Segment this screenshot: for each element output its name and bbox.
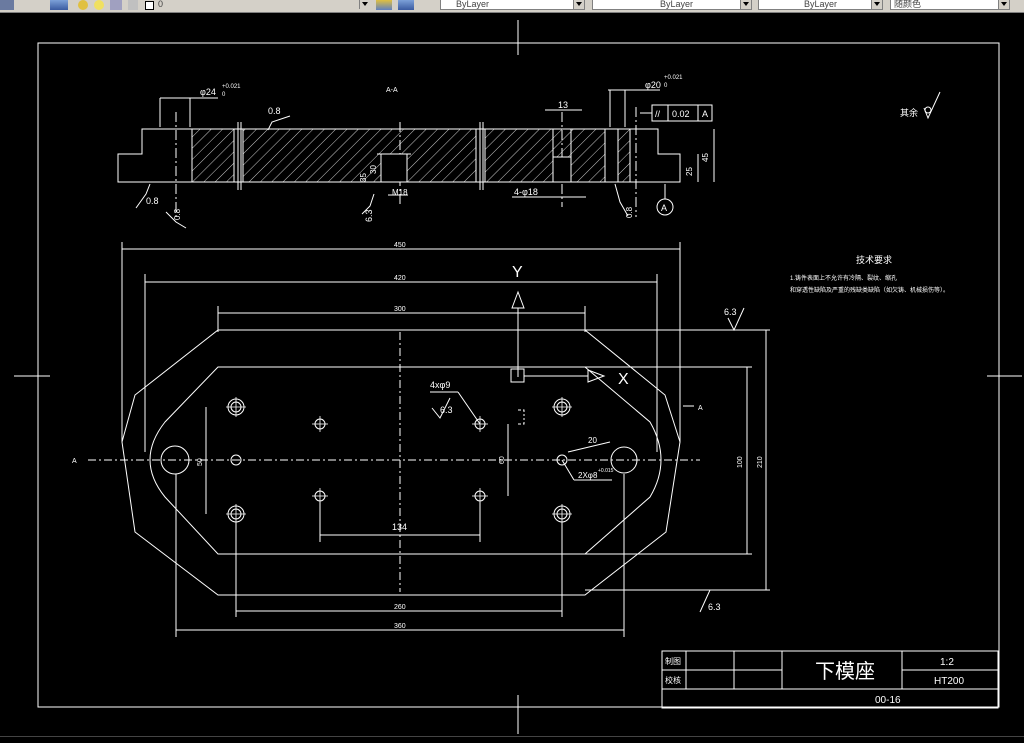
surface-finish-rest-label: 其余: [900, 107, 918, 118]
rough63-sec: 6.3: [364, 209, 374, 222]
linetype-value: ByLayer: [660, 0, 694, 9]
drawing-number: 00-16: [875, 695, 901, 706]
chevron-down-icon[interactable]: [573, 0, 584, 9]
holes-2x8: 2Xφ8: [578, 471, 598, 480]
hole20-dim: φ20: [645, 80, 661, 90]
chevron-down-icon[interactable]: [871, 0, 882, 9]
color-dropdown[interactable]: ByLayer: [440, 0, 585, 10]
sun-icon[interactable]: [94, 0, 104, 10]
app-icon[interactable]: [0, 0, 14, 10]
dim13: 13: [558, 100, 568, 110]
dim60: 60: [499, 456, 506, 464]
dim134: 134: [392, 522, 407, 532]
tech-line2: 和穿透性缺陷及严重的残缺类缺陷（如欠铸、机械损伤等）。: [790, 286, 949, 294]
section-label: A-A: [386, 87, 398, 94]
material-value: HT200: [934, 676, 964, 687]
check-label: 校核: [665, 675, 681, 685]
layer-manager-icon[interactable]: [50, 0, 68, 10]
lineweight-dropdown[interactable]: ByLayer: [758, 0, 883, 10]
dim210: 210: [757, 456, 764, 468]
hole20-tol: +0.021: [664, 75, 683, 81]
datum-a-circle: A: [661, 203, 667, 213]
plotstyle-value: 随颜色: [894, 0, 922, 9]
rough63-top: 6.3: [724, 307, 737, 317]
dim25: 25: [685, 167, 694, 176]
chevron-down-icon[interactable]: [740, 0, 751, 9]
hole24-tol2: 0: [222, 92, 226, 98]
surface-finish-rest: 其余: [900, 91, 941, 120]
layer-previous-icon[interactable]: [398, 0, 414, 10]
part-name: 下模座: [815, 660, 875, 683]
hole24-tol: +0.021: [222, 84, 241, 90]
dim30: 30: [369, 165, 378, 174]
m18-dim: M18: [392, 188, 408, 197]
dim35: 35: [359, 173, 368, 182]
layer-state-icon[interactable]: [78, 0, 88, 10]
dim20: 20: [588, 436, 597, 445]
hole20-tol2: 0: [664, 83, 668, 89]
holes-4x18: 4-φ18: [514, 187, 538, 197]
rough08-left: 0.8: [146, 196, 159, 206]
parallel-symbol: //: [655, 109, 661, 119]
scale-value: 1:2: [940, 657, 954, 668]
layer-value: 0: [158, 0, 164, 9]
drawing-canvas[interactable]: A-A φ24 +0.021 0 0.8 0.8 0.8 35 30 M18 6…: [0, 12, 1024, 736]
title-block: 制图 校核 下模座 1:2 HT200 00-16: [661, 650, 999, 709]
section-marker-left: A: [72, 458, 77, 465]
dim260: 260: [394, 604, 406, 611]
rough08-top: 0.8: [268, 106, 281, 116]
rough08-small: 0.8: [173, 208, 182, 220]
lock-icon[interactable]: [110, 0, 122, 10]
tech-title: 技术要求: [856, 254, 892, 265]
dim360: 360: [394, 623, 406, 630]
dim50: 50: [197, 458, 204, 466]
rough63-bottom: 6.3: [708, 602, 721, 612]
axis-y: Y: [512, 264, 523, 281]
axis-x: X: [618, 371, 629, 388]
parallel-datum: A: [702, 109, 708, 119]
make-current-icon[interactable]: [376, 0, 392, 10]
holes-2x8-tol: +0.015: [598, 468, 614, 474]
rough08-right: 0.8: [625, 206, 634, 218]
chevron-down-icon[interactable]: [998, 0, 1009, 9]
lineweight-value: ByLayer: [804, 0, 838, 9]
holes-4x9: 4xφ9: [430, 380, 450, 390]
linetype-dropdown[interactable]: ByLayer: [592, 0, 752, 10]
section-marker-right: A: [698, 405, 703, 412]
section-view: A-A φ24 +0.021 0 0.8 0.8 0.8 35 30 M18 6…: [117, 75, 715, 229]
tech-line1: 1.铸件表面上不允许有冷隔、裂纹、缩孔: [790, 274, 897, 282]
plan-view: A A Y X 450 420 300 6.3 100 210 6.3 4xφ9…: [72, 242, 770, 637]
plotstyle-dropdown[interactable]: 随颜色: [890, 0, 1010, 10]
dim100: 100: [737, 456, 744, 468]
rough63-mid: 6.3: [440, 405, 453, 415]
dim420: 420: [394, 275, 406, 282]
color-swatch-icon[interactable]: [128, 0, 138, 10]
dim45: 45: [701, 153, 710, 162]
technical-requirements: 技术要求 1.铸件表面上不允许有冷隔、裂纹、缩孔 和穿透性缺陷及严重的残缺类缺陷…: [790, 254, 949, 294]
color-value: ByLayer: [456, 0, 490, 9]
dim450: 450: [394, 242, 406, 249]
dim300: 300: [394, 306, 406, 313]
draw-label: 制图: [665, 656, 681, 666]
layer-dropdown[interactable]: 0: [155, 0, 370, 10]
hole24-dim: φ24: [200, 87, 216, 97]
chevron-down-icon[interactable]: [359, 0, 370, 9]
layer-color-icon: [145, 1, 154, 10]
parallel-tol: 0.02: [672, 109, 690, 119]
